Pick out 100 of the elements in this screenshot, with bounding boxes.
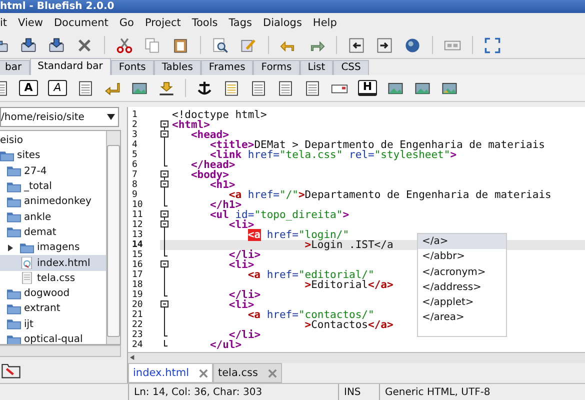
menu-item[interactable]: Go [119, 16, 134, 30]
fullscreen-icon[interactable] [484, 36, 501, 54]
code-line: <ul id="topo_direita"> [208, 210, 350, 220]
tree-item[interactable]: _total [0, 178, 106, 194]
tree-item[interactable]: eisio [0, 133, 106, 148]
folder-icon [7, 288, 21, 300]
document-tab[interactable]: index.html [128, 363, 213, 383]
scrollbar[interactable] [106, 131, 120, 344]
folder-icon [0, 150, 14, 162]
autocomplete-item[interactable]: </a> [418, 234, 506, 250]
tree-item[interactable]: imagens [0, 240, 106, 256]
unindent-icon[interactable] [348, 36, 365, 54]
autocomplete-item[interactable]: </applet> [418, 295, 506, 310]
path-dropdown[interactable]: /home/reisio/site [0, 107, 119, 127]
status-file-type: Generic HTML, UTF-8 [379, 384, 585, 400]
cut-icon[interactable] [116, 36, 133, 54]
toolbar-tab[interactable]: CSS [333, 60, 369, 75]
fold-collapse-icon[interactable] [160, 300, 170, 310]
fold-collapse-icon[interactable] [160, 220, 170, 230]
text-file-icon [20, 272, 34, 284]
code-line: <h1> [210, 180, 236, 190]
toolbar-tab[interactable]: Forms [253, 60, 300, 75]
autocomplete-item[interactable]: </address> [418, 280, 506, 296]
code-line: <a href="login/" [246, 230, 350, 240]
code-line: <!doctype html> [172, 110, 267, 120]
tree-item[interactable]: 27-4 [0, 164, 106, 179]
line-number: 14 [128, 240, 160, 250]
document-tab[interactable]: tela.css [212, 363, 282, 383]
fold-collapse-icon[interactable] [160, 130, 170, 140]
expander-icon[interactable] [8, 244, 13, 252]
fold-collapse-icon[interactable] [160, 210, 170, 220]
web-file-icon [20, 257, 34, 270]
toolbar-tab[interactable]: Tables [154, 60, 201, 75]
indent-icon[interactable] [376, 36, 393, 54]
menu-item[interactable]: Dialogs [263, 16, 302, 30]
code-line: </li> [228, 290, 261, 300]
tree-item[interactable]: ankle [0, 209, 106, 225]
dropdown-arrow-icon [107, 114, 115, 120]
code-line: </head> [190, 160, 236, 170]
fold-collapse-icon[interactable] [160, 180, 170, 190]
folder-icon [7, 196, 21, 208]
menu-item[interactable]: Document [54, 16, 108, 30]
heading-button[interactable]: H [358, 80, 377, 96]
tree-item[interactable]: sites [0, 148, 106, 164]
menu-item[interactable]: Project [144, 16, 181, 30]
autocomplete-item[interactable]: </acronym> [418, 264, 506, 280]
find-icon[interactable] [212, 36, 229, 54]
scroll-left-icon[interactable] [130, 355, 135, 360]
fold-collapse-icon[interactable] [160, 170, 170, 180]
code-line: <li> [228, 260, 254, 270]
menu-item[interactable]: Help [312, 16, 337, 30]
close-icon[interactable] [198, 368, 208, 378]
code-line: >Contactos</a> [304, 320, 394, 330]
toolbar-tab[interactable]: bar [0, 60, 30, 75]
tree-item[interactable]: extrant [0, 301, 106, 317]
tree-item[interactable]: ijt [0, 316, 106, 332]
tree-item[interactable]: animedonkey [0, 194, 106, 210]
code-line: >Editorial</a> [304, 280, 394, 290]
italic-button[interactable]: A [48, 80, 67, 96]
folder-icon [7, 334, 21, 344]
close-icon[interactable] [76, 36, 93, 54]
copy-icon[interactable] [144, 36, 161, 54]
paste-icon[interactable] [172, 36, 189, 54]
scrollbar[interactable] [128, 352, 585, 363]
menu-item[interactable]: Tags [228, 16, 252, 30]
code-line: <li> [228, 220, 254, 230]
status-position: Ln: 14, Col: 36, Char: 303 [128, 384, 338, 400]
code-line: <link href="tela.css" rel="stylesheet"> [210, 150, 457, 160]
code-line: <html> [172, 120, 210, 130]
autocomplete-item[interactable]: </abbr> [418, 249, 506, 265]
autocomplete-item[interactable]: </area> [418, 310, 506, 326]
anchor-icon[interactable] [196, 80, 213, 96]
tree-item[interactable]: demat [0, 224, 106, 240]
toolbar-tab[interactable]: Frames [200, 60, 254, 75]
toolbar-tab[interactable]: Fonts [110, 60, 154, 75]
scrollbar[interactable] [0, 345, 121, 357]
bold-button[interactable]: A [19, 80, 38, 96]
menu-item[interactable]: View [18, 16, 43, 30]
folder-icon [7, 302, 21, 315]
fold-collapse-icon[interactable] [160, 120, 170, 130]
code-line: <a href="contactos/" [246, 310, 374, 320]
code-line: <head> [190, 130, 229, 140]
folder-icon [7, 211, 21, 224]
close-icon[interactable] [268, 368, 277, 378]
save-as-icon[interactable] [20, 36, 37, 54]
code-line: <li> [228, 300, 254, 310]
tree-item[interactable]: index.html [0, 255, 106, 271]
globe-icon[interactable] [404, 36, 421, 54]
toolbar-tab[interactable]: List [300, 60, 334, 75]
tree-item[interactable]: optical-qual [0, 332, 106, 344]
fold-collapse-icon[interactable] [160, 260, 170, 270]
tree-item[interactable]: dogwood [0, 286, 106, 302]
toolbar-tab[interactable]: Standard bar [30, 58, 111, 75]
menu-item[interactable]: Tools [192, 16, 218, 30]
menu-item[interactable]: it [0, 16, 8, 30]
window-title: html - Bluefish 2.0.0 [0, 0, 114, 12]
folder-icon [20, 242, 34, 254]
tree-item[interactable]: tela.css [0, 270, 106, 286]
arrow-icon[interactable] [158, 80, 175, 96]
save-icon[interactable] [48, 36, 65, 54]
